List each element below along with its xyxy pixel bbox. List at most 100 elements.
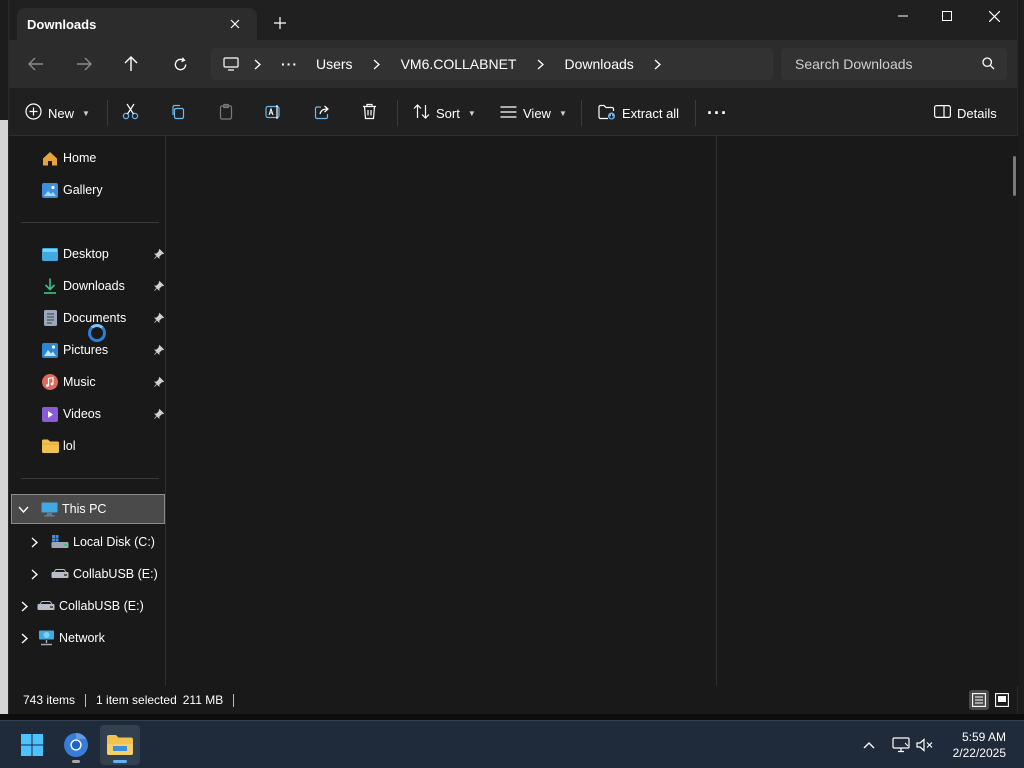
pin-icon[interactable]: [154, 312, 165, 326]
local-disk-icon: [51, 533, 69, 551]
sidebar-item-collabusb-e-nested[interactable]: CollabUSB (E:): [9, 560, 166, 588]
copy-button[interactable]: [170, 100, 186, 126]
command-bar: New ▼ Sort ▼ View ▼ Extract all ··· Deta…: [9, 88, 1017, 136]
delete-button[interactable]: [362, 100, 377, 126]
pin-icon[interactable]: [154, 280, 165, 294]
sidebar-item-collabusb-e[interactable]: CollabUSB (E:): [9, 592, 166, 620]
sidebar-item-this-pc[interactable]: This PC: [11, 494, 165, 524]
chevron-right-icon[interactable]: [15, 632, 33, 644]
folder-icon: [41, 437, 59, 455]
extract-all-button[interactable]: Extract all: [598, 100, 679, 126]
gallery-icon: [41, 181, 59, 199]
tab-downloads[interactable]: Downloads: [17, 8, 257, 40]
cut-button[interactable]: [122, 100, 139, 126]
new-tab-icon[interactable]: [271, 14, 289, 32]
sidebar-item-label: Downloads: [63, 279, 125, 293]
extract-all-label: Extract all: [622, 105, 680, 121]
chevron-right-icon[interactable]: [535, 59, 547, 70]
sort-label: Sort: [436, 105, 460, 121]
sort-button[interactable]: Sort ▼: [413, 100, 476, 126]
music-icon: [41, 373, 59, 391]
chevron-right-icon[interactable]: [371, 59, 383, 70]
close-tab-icon[interactable]: [225, 14, 245, 34]
separator: [233, 693, 235, 707]
separator: [695, 100, 696, 126]
clock-time: 5:59 AM: [961, 730, 1006, 744]
chevron-right-icon[interactable]: [251, 59, 263, 70]
taskbar: 5:59 AM 2/22/2025: [0, 720, 1024, 768]
selection-size: 211 MB: [182, 693, 224, 707]
view-button[interactable]: View ▼: [500, 100, 567, 126]
search-icon[interactable]: [982, 57, 995, 73]
pin-icon[interactable]: [154, 248, 165, 262]
sidebar-item-label: Pictures: [63, 343, 109, 357]
chevron-right-icon[interactable]: [25, 568, 43, 580]
pin-icon[interactable]: [154, 344, 165, 358]
search-box[interactable]: [781, 48, 1007, 80]
usb-drive-icon: [37, 597, 55, 615]
large-icons-view-icon[interactable]: [992, 690, 1012, 710]
sidebar-item-music[interactable]: Music: [9, 368, 166, 396]
file-list-area[interactable]: [167, 136, 716, 686]
sidebar-item-documents[interactable]: Documents: [9, 304, 166, 332]
chevron-right-icon[interactable]: [25, 536, 43, 548]
breadcrumb-downloads[interactable]: Downloads: [565, 56, 634, 72]
details-label: Details: [957, 105, 997, 121]
document-icon: [41, 309, 59, 327]
sidebar-item-local-disk-c[interactable]: Local Disk (C:): [9, 528, 166, 556]
arrow-left-icon[interactable]: [23, 52, 49, 76]
breadcrumb-user-folder[interactable]: VM6.COLLABNET: [401, 56, 517, 72]
share-button[interactable]: [314, 100, 331, 126]
sidebar-item-desktop[interactable]: Desktop: [9, 240, 166, 268]
chrome-icon[interactable]: [56, 725, 96, 765]
more-options-icon[interactable]: ···: [707, 100, 728, 126]
paste-button[interactable]: [218, 100, 234, 126]
status-bar: 743 items 1 item selected 211 MB: [9, 686, 1017, 714]
refresh-icon[interactable]: [167, 52, 193, 76]
rename-button[interactable]: [265, 100, 283, 126]
speaker-muted-icon[interactable]: [914, 733, 936, 757]
window-scrollbar[interactable]: [1011, 136, 1017, 696]
minimize-icon[interactable]: [880, 4, 926, 28]
new-button[interactable]: New ▼: [25, 100, 90, 126]
windows-start-icon[interactable]: [12, 725, 52, 765]
address-bar[interactable]: ··· Users VM6.COLLABNET Downloads: [211, 48, 773, 80]
scrollbar-thumb[interactable]: [1013, 156, 1016, 196]
details-button[interactable]: Details: [934, 100, 997, 126]
breadcrumb-users[interactable]: Users: [316, 56, 353, 72]
paste-icon: [218, 103, 234, 123]
close-window-icon[interactable]: [971, 4, 1017, 28]
search-input[interactable]: [795, 56, 965, 72]
details-pane: [716, 136, 1019, 686]
more-crumbs-icon[interactable]: ···: [281, 56, 298, 72]
sidebar-item-home[interactable]: Home: [9, 144, 166, 172]
sidebar-item-label: Desktop: [63, 247, 109, 261]
this-pc-icon[interactable]: [211, 57, 251, 71]
chevron-up-icon[interactable]: [860, 733, 878, 757]
pictures-icon: [41, 341, 59, 359]
sidebar-item-label: Music: [63, 375, 96, 389]
pin-icon[interactable]: [154, 376, 165, 390]
navigation-pane: Home Gallery Desktop Downloads Documents…: [9, 136, 166, 686]
sidebar-item-gallery[interactable]: Gallery: [9, 176, 166, 204]
network-status-icon[interactable]: [890, 733, 912, 757]
file-explorer-icon[interactable]: [100, 725, 140, 765]
sidebar-item-downloads[interactable]: Downloads: [9, 272, 166, 300]
pin-icon[interactable]: [154, 408, 165, 422]
copy-icon: [170, 104, 186, 123]
sidebar-item-network[interactable]: Network: [9, 624, 166, 652]
chevron-right-icon[interactable]: [652, 59, 664, 70]
scissors-icon: [122, 103, 139, 123]
arrow-up-icon[interactable]: [118, 52, 144, 76]
maximize-icon[interactable]: [924, 4, 970, 28]
sidebar-item-pictures[interactable]: Pictures: [9, 336, 166, 364]
chevron-down-icon[interactable]: [14, 506, 32, 513]
sidebar-item-lol[interactable]: lol: [9, 432, 166, 460]
system-clock[interactable]: 5:59 AM 2/22/2025: [953, 729, 1006, 761]
separator: [397, 100, 398, 126]
details-view-icon[interactable]: [969, 690, 989, 710]
arrow-right-icon[interactable]: [71, 52, 97, 76]
sidebar-item-label: Gallery: [63, 183, 103, 197]
sidebar-item-videos[interactable]: Videos: [9, 400, 166, 428]
chevron-right-icon[interactable]: [15, 600, 33, 612]
